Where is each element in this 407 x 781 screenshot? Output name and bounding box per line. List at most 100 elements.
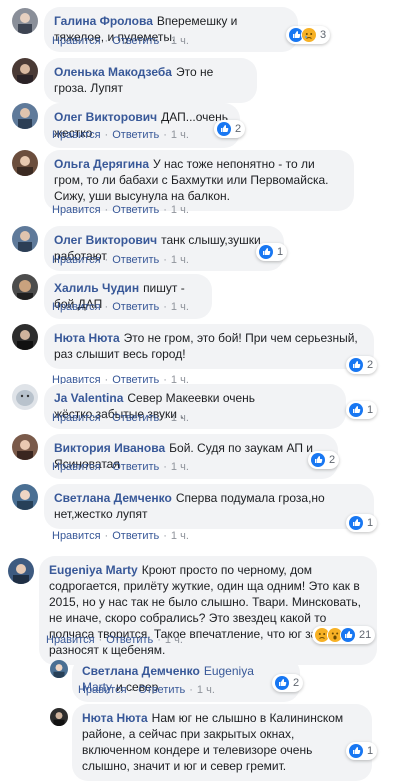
sad-reaction-icon bbox=[301, 27, 317, 43]
timestamp[interactable]: 1 ч. bbox=[165, 634, 183, 646]
comment-actions: Нравится · Ответить · 1 ч. bbox=[52, 129, 189, 141]
reaction-count: 2 bbox=[293, 677, 300, 689]
reaction-summary[interactable]: 2 bbox=[214, 120, 246, 138]
like-reaction-icon bbox=[258, 244, 274, 260]
reaction-summary[interactable]: 1 bbox=[256, 243, 288, 261]
reply-link[interactable]: Ответить bbox=[112, 530, 159, 542]
like-link[interactable]: Нравится bbox=[52, 254, 101, 266]
like-link[interactable]: Нравится bbox=[52, 461, 101, 473]
avatar[interactable] bbox=[12, 484, 38, 510]
avatar[interactable] bbox=[12, 8, 38, 34]
comment-bubble: Олег Викторович ДАП...очень жестко bbox=[44, 103, 240, 148]
timestamp[interactable]: 1 ч. bbox=[171, 530, 189, 542]
comment-author[interactable]: Оленька Макодзеба bbox=[54, 65, 172, 79]
avatar[interactable] bbox=[12, 324, 38, 350]
comment-bubble: Нюта Нюта Нам юг не слышно в Калининском … bbox=[72, 704, 372, 781]
reply-link[interactable]: Ответить bbox=[112, 35, 159, 47]
timestamp[interactable]: 1 ч. bbox=[171, 204, 189, 216]
like-link[interactable]: Нравится bbox=[78, 684, 127, 696]
timestamp[interactable]: 1 ч. bbox=[171, 254, 189, 266]
comment-author[interactable]: Светлана Демченко bbox=[82, 664, 200, 678]
reply-link[interactable]: Ответить bbox=[138, 684, 185, 696]
comment-author[interactable]: Светлана Демченко bbox=[54, 491, 172, 505]
reaction-count: 1 bbox=[367, 517, 374, 529]
like-link[interactable]: Нравится bbox=[52, 301, 101, 313]
comment-author[interactable]: Олег Викторович bbox=[54, 233, 157, 247]
comment-author[interactable]: Виктория Иванова bbox=[54, 441, 165, 455]
timestamp[interactable]: 1 ч. bbox=[171, 461, 189, 473]
timestamp[interactable]: 1 ч. bbox=[171, 301, 189, 313]
comment-bubble: Светлана Демченко Сперва подумала гроза,н… bbox=[44, 484, 374, 529]
comment-actions: Нравится · Ответить · 1 ч. bbox=[52, 301, 189, 313]
like-reaction-icon bbox=[310, 452, 326, 468]
comment-author[interactable]: Eugeniya Marty bbox=[49, 563, 138, 577]
reaction-summary[interactable]: 1 bbox=[346, 514, 378, 532]
avatar[interactable] bbox=[12, 434, 38, 460]
like-reaction-icon bbox=[348, 402, 364, 418]
comment-actions: Нравится · Ответить · 1 ч. bbox=[52, 35, 189, 47]
avatar[interactable] bbox=[12, 103, 38, 129]
reply-link[interactable]: Ответить bbox=[112, 301, 159, 313]
like-link[interactable]: Нравится bbox=[52, 129, 101, 141]
reaction-summary[interactable]: 21 bbox=[312, 626, 376, 644]
reaction-count: 3 bbox=[320, 29, 327, 41]
comment-author[interactable]: Нюта Нюта bbox=[82, 711, 148, 725]
timestamp[interactable]: 1 ч. bbox=[197, 684, 215, 696]
comment-author[interactable]: Ольга Дерягина bbox=[54, 157, 149, 171]
avatar[interactable] bbox=[50, 660, 68, 678]
like-reaction-icon bbox=[348, 515, 364, 531]
comment-author[interactable]: Нюта Нюта bbox=[54, 331, 120, 345]
comment-actions: Нравится · Ответить · 1 ч. bbox=[52, 530, 189, 542]
reaction-summary[interactable]: 2 bbox=[272, 674, 304, 692]
comment-actions: Нравится · Ответить · 1 ч. bbox=[52, 461, 189, 473]
comment-bubble: Eugeniya Marty Кроют просто по черному, д… bbox=[39, 556, 377, 665]
timestamp[interactable]: 1 ч. bbox=[171, 129, 189, 141]
reply-link[interactable]: Ответить bbox=[112, 254, 159, 266]
comment-actions: Нравится · Ответить · 1 ч. bbox=[46, 634, 183, 646]
like-reaction-icon bbox=[216, 121, 232, 137]
like-link[interactable]: Нравится bbox=[52, 35, 101, 47]
avatar[interactable] bbox=[8, 558, 34, 584]
avatar[interactable] bbox=[12, 226, 38, 252]
reaction-summary[interactable]: 1 bbox=[346, 742, 378, 760]
like-reaction-icon bbox=[274, 675, 290, 691]
comment-bubble: Ольга Дерягина У нас тоже непонятно - то … bbox=[44, 150, 354, 211]
comment-author[interactable]: Ja Valentina bbox=[54, 391, 123, 405]
reply-link[interactable]: Ответить bbox=[106, 634, 153, 646]
timestamp[interactable]: 1 ч. bbox=[171, 35, 189, 47]
comment-author[interactable]: Олег Викторович bbox=[54, 110, 157, 124]
avatar[interactable] bbox=[12, 150, 38, 176]
like-reaction-icon bbox=[348, 743, 364, 759]
comment-actions: Нравится · Ответить · 1 ч. bbox=[78, 684, 215, 696]
comment-author[interactable]: Халиль Чудин bbox=[54, 281, 139, 295]
reply-link[interactable]: Ответить bbox=[112, 461, 159, 473]
like-link[interactable]: Нравится bbox=[52, 412, 101, 424]
reaction-count: 1 bbox=[277, 246, 284, 258]
reaction-count: 1 bbox=[367, 745, 374, 757]
reaction-count: 2 bbox=[235, 123, 242, 135]
like-reaction-icon bbox=[348, 357, 364, 373]
comment-actions: Нравится · Ответить · 1 ч. bbox=[52, 254, 189, 266]
avatar[interactable] bbox=[50, 708, 68, 726]
like-link[interactable]: Нравится bbox=[52, 204, 101, 216]
comment-author[interactable]: Галина Фролова bbox=[54, 14, 153, 28]
comment-actions: Нравится · Ответить · 1 ч. bbox=[52, 412, 189, 424]
avatar[interactable] bbox=[12, 274, 38, 300]
avatar[interactable] bbox=[12, 58, 38, 84]
reaction-summary[interactable]: 2 bbox=[308, 451, 340, 469]
comment-bubble: Оленька Макодзеба Это не гроза. Лупят bbox=[44, 58, 257, 103]
reaction-count: 2 bbox=[329, 454, 336, 466]
avatar[interactable] bbox=[12, 384, 38, 410]
comment-actions: Нравится · Ответить · 1 ч. bbox=[52, 204, 189, 216]
reply-link[interactable]: Ответить bbox=[112, 204, 159, 216]
reply-link[interactable]: Ответить bbox=[112, 412, 159, 424]
reaction-summary[interactable]: 2 bbox=[346, 356, 378, 374]
reply-link[interactable]: Ответить bbox=[112, 129, 159, 141]
reaction-summary[interactable]: 3 bbox=[286, 26, 331, 44]
like-link[interactable]: Нравится bbox=[46, 634, 95, 646]
reaction-count: 1 bbox=[367, 404, 374, 416]
reaction-count: 21 bbox=[359, 629, 372, 641]
like-link[interactable]: Нравится bbox=[52, 530, 101, 542]
reaction-summary[interactable]: 1 bbox=[346, 401, 378, 419]
timestamp[interactable]: 1 ч. bbox=[171, 412, 189, 424]
